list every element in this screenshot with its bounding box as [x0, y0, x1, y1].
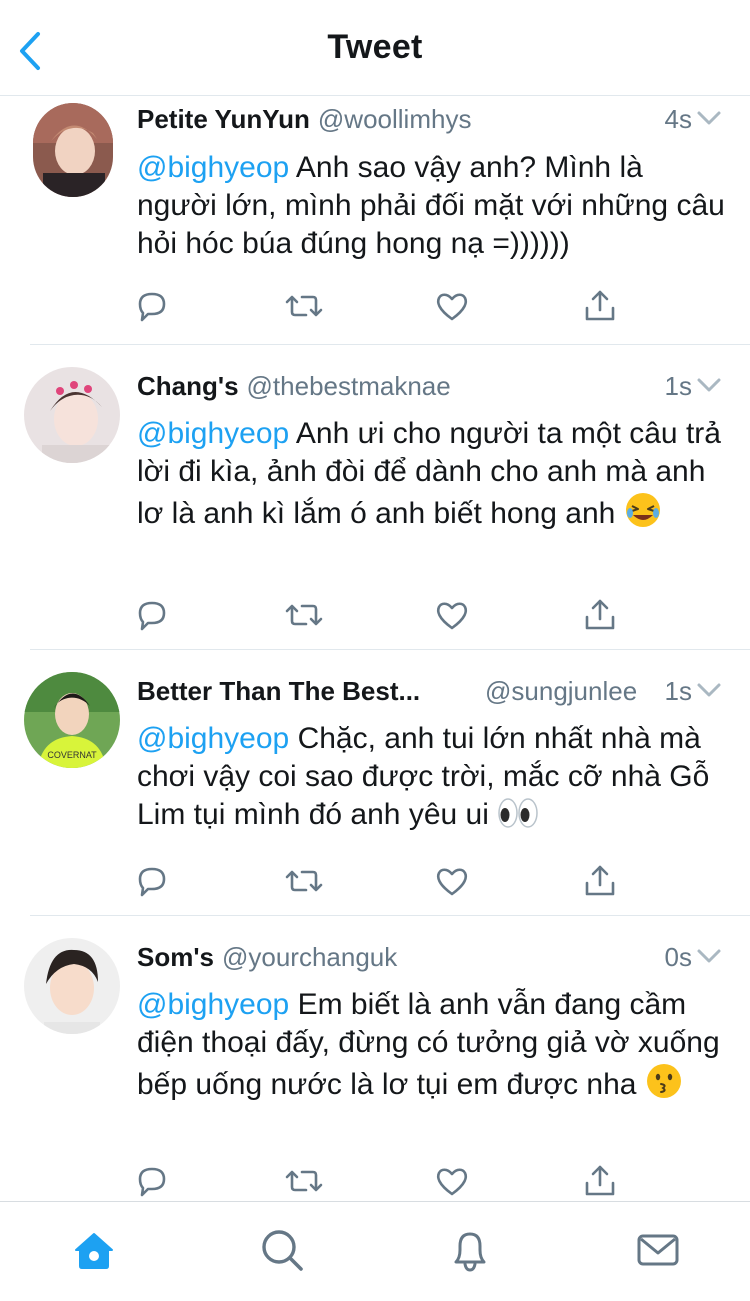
author-name[interactable]: Som's — [137, 942, 214, 972]
retweet-button[interactable] — [284, 861, 324, 901]
author-name[interactable]: Chang's — [137, 371, 239, 401]
tab-search[interactable] — [258, 1226, 306, 1274]
mention-link[interactable]: @bighyeop — [137, 151, 289, 184]
page-title: Tweet — [327, 28, 423, 66]
avatar[interactable] — [24, 938, 120, 1034]
share-button[interactable] — [580, 286, 620, 326]
share-button[interactable] — [580, 1161, 620, 1201]
chevron-down-icon — [697, 378, 721, 392]
tweet-actions — [132, 861, 632, 901]
chevron-down-icon — [697, 949, 721, 963]
tab-notifications[interactable] — [446, 1226, 494, 1274]
like-icon — [436, 293, 468, 321]
like-button[interactable] — [432, 286, 472, 326]
timestamp: 1s — [664, 676, 692, 706]
share-icon — [585, 865, 615, 896]
tweet-text: @bighyeop Chặc, anh tui lớn nhất nhà mà … — [137, 720, 727, 840]
tweet-text: @bighyeop Em biết là anh vẫn đang cầm đi… — [137, 986, 727, 1110]
tweet-actions — [132, 595, 632, 635]
retweet-icon — [285, 295, 323, 317]
timestamp: 0s — [664, 942, 692, 972]
tweet-text: @bighyeop Anh ưi cho người ta một câu tr… — [137, 415, 727, 539]
reply-icon — [138, 601, 166, 631]
reply-button[interactable] — [132, 286, 172, 326]
tweet-item[interactable]: Som's @yourchanguk 0s @bighyeop Em biết l… — [0, 916, 750, 1201]
avatar[interactable] — [24, 367, 120, 463]
like-button[interactable] — [432, 861, 472, 901]
tweet-text: @bighyeop Anh sao vậy anh? Mình là người… — [137, 149, 727, 263]
like-button[interactable] — [432, 1161, 472, 1201]
mention-link[interactable]: @bighyeop — [137, 417, 289, 450]
timestamp: 4s — [664, 104, 692, 134]
like-icon — [436, 868, 468, 896]
like-button[interactable] — [432, 595, 472, 635]
share-icon — [585, 290, 615, 321]
tab-home[interactable] — [70, 1226, 118, 1274]
author-handle[interactable]: @yourchanguk — [222, 942, 397, 972]
tweet-actions — [132, 1161, 632, 1201]
share-icon — [585, 599, 615, 630]
rolling-laughing-emoji — [624, 491, 662, 539]
reply-icon — [138, 1167, 166, 1197]
tweet-replies-feed[interactable]: Petite YunYun @woollimhys 4s @bighyeop An… — [0, 97, 750, 1201]
tweet-options-button[interactable] — [696, 366, 722, 406]
tab-messages[interactable] — [634, 1226, 682, 1274]
retweet-icon — [285, 1170, 323, 1192]
reply-button[interactable] — [132, 1161, 172, 1201]
reply-icon — [138, 867, 166, 897]
kissing-face-emoji — [645, 1062, 683, 1110]
messages-icon — [637, 1234, 679, 1266]
mention-link[interactable]: @bighyeop — [137, 722, 289, 755]
tweet-item[interactable]: COVERNAT Better Than The Best... @sungjun… — [0, 650, 750, 916]
reply-icon — [138, 292, 166, 322]
like-icon — [436, 1168, 468, 1196]
avatar[interactable]: COVERNAT — [24, 672, 120, 768]
search-icon — [262, 1230, 303, 1271]
like-icon — [436, 602, 468, 630]
retweet-icon — [285, 870, 323, 892]
share-icon — [585, 1165, 615, 1196]
avatar[interactable] — [33, 103, 113, 197]
svg-text:COVERNAT: COVERNAT — [47, 750, 97, 760]
reply-button[interactable] — [132, 861, 172, 901]
share-button[interactable] — [580, 861, 620, 901]
tweet-item[interactable]: Chang's @thebestmaknae 1s @bighyeop Anh ư… — [0, 345, 750, 650]
share-button[interactable] — [580, 595, 620, 635]
eyes-emoji — [497, 796, 539, 840]
retweet-icon — [285, 604, 323, 626]
author-handle[interactable]: @thebestmaknae — [247, 371, 451, 401]
chevron-down-icon — [697, 111, 721, 125]
bottom-tab-bar — [0, 1201, 750, 1301]
tweet-actions — [132, 286, 632, 326]
notifications-icon — [454, 1232, 486, 1272]
author-handle[interactable]: @sungjunlee — [485, 671, 637, 711]
retweet-button[interactable] — [284, 1161, 324, 1201]
mention-link[interactable]: @bighyeop — [137, 988, 289, 1021]
timestamp: 1s — [664, 371, 692, 401]
chevron-down-icon — [697, 683, 721, 697]
tweet-options-button[interactable] — [696, 671, 722, 711]
author-name[interactable]: Petite YunYun — [137, 104, 310, 134]
reply-button[interactable] — [132, 595, 172, 635]
author-handle[interactable]: @woollimhys — [318, 104, 472, 134]
retweet-button[interactable] — [284, 595, 324, 635]
retweet-button[interactable] — [284, 286, 324, 326]
top-navigation-bar: Tweet — [0, 0, 750, 96]
author-name[interactable]: Better Than The Best... — [137, 676, 420, 706]
home-icon — [75, 1233, 113, 1269]
tweet-options-button[interactable] — [696, 99, 722, 139]
tweet-item[interactable]: Petite YunYun @woollimhys 4s @bighyeop An… — [0, 97, 750, 345]
tweet-options-button[interactable] — [696, 937, 722, 977]
